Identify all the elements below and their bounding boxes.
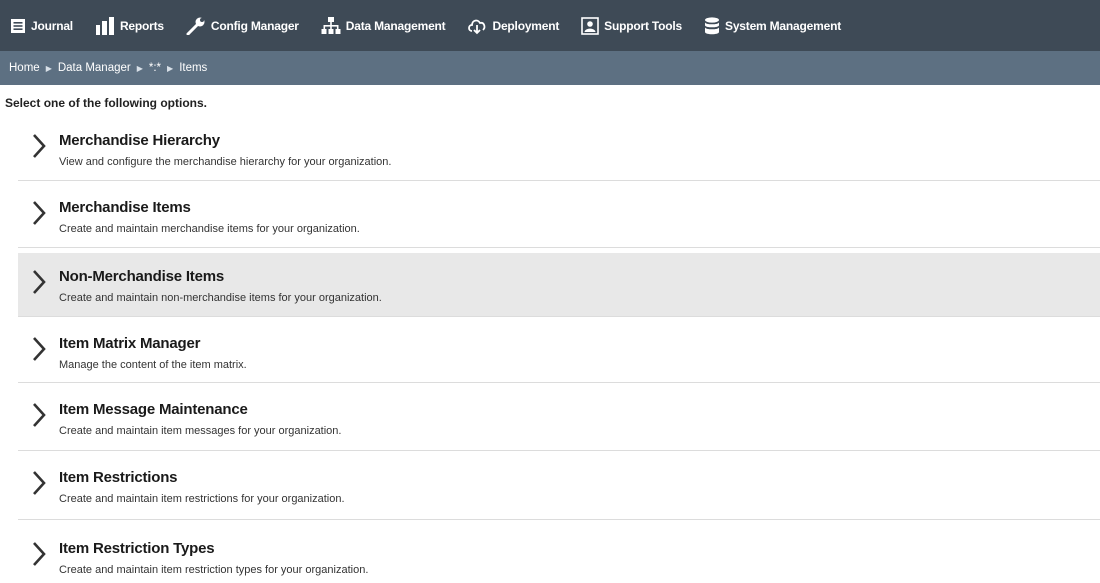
chevron-right-icon bbox=[32, 269, 46, 300]
option-item-restrictions[interactable]: Item Restrictions Create and maintain it… bbox=[18, 451, 1100, 520]
nav-reports[interactable]: Reports bbox=[95, 16, 164, 35]
option-description: Create and maintain non-merchandise item… bbox=[59, 292, 382, 304]
chevron-right-icon bbox=[32, 470, 46, 501]
cloud-download-icon bbox=[467, 17, 487, 35]
nav-deployment-label: Deployment bbox=[492, 18, 560, 33]
option-title: Non-Merchandise Items bbox=[59, 268, 225, 285]
nav-journal-label: Journal bbox=[31, 18, 73, 33]
option-title: Item Message Maintenance bbox=[59, 401, 248, 418]
reports-icon bbox=[95, 16, 115, 35]
nav-system-management-label: System Management bbox=[725, 18, 841, 33]
nav-support-tools[interactable]: Support Tools bbox=[581, 16, 683, 35]
nav-config-manager-label: Config Manager bbox=[210, 18, 299, 33]
chevron-right-icon bbox=[32, 200, 46, 231]
option-title: Item Matrix Manager bbox=[59, 335, 201, 352]
option-title: Merchandise Hierarchy bbox=[59, 132, 220, 149]
chevron-right-icon bbox=[32, 402, 46, 433]
instruction-text: Select one of the following options. bbox=[5, 96, 207, 110]
option-description: Create and maintain item restrictions fo… bbox=[59, 493, 345, 505]
breadcrumb-separator-icon: ▶ bbox=[167, 63, 174, 73]
chevron-right-icon bbox=[32, 336, 46, 367]
breadcrumb-separator-icon: ▶ bbox=[45, 63, 52, 73]
breadcrumb-home[interactable]: Home bbox=[9, 62, 40, 74]
option-description: View and configure the merchandise hiera… bbox=[59, 156, 392, 168]
wrench-icon bbox=[186, 17, 206, 35]
breadcrumb: Home ▶ Data Manager ▶ *:* ▶ Items bbox=[0, 51, 1100, 85]
breadcrumb-items: Items bbox=[179, 62, 208, 74]
option-description: Create and maintain merchandise items fo… bbox=[59, 223, 360, 235]
option-merchandise-items[interactable]: Merchandise Items Create and maintain me… bbox=[18, 181, 1100, 248]
option-title: Item Restriction Types bbox=[59, 540, 215, 557]
hierarchy-icon bbox=[321, 16, 341, 35]
breadcrumb-wildcard[interactable]: *:* bbox=[149, 62, 161, 74]
option-item-matrix-manager[interactable]: Item Matrix Manager Manage the content o… bbox=[18, 317, 1100, 383]
option-merchandise-hierarchy[interactable]: Merchandise Hierarchy View and configure… bbox=[18, 114, 1100, 181]
top-navigation-bar: Journal Reports Config Manager Data Mana… bbox=[0, 0, 1100, 51]
nav-support-tools-label: Support Tools bbox=[604, 18, 683, 33]
nav-deployment[interactable]: Deployment bbox=[467, 17, 559, 35]
chevron-right-icon bbox=[32, 541, 46, 572]
option-non-merchandise-items[interactable]: Non-Merchandise Items Create and maintai… bbox=[18, 253, 1100, 317]
nav-journal[interactable]: Journal bbox=[10, 18, 73, 34]
option-title: Merchandise Items bbox=[59, 199, 191, 216]
breadcrumb-data-manager[interactable]: Data Manager bbox=[58, 62, 131, 74]
journal-icon bbox=[10, 18, 26, 34]
chevron-right-icon bbox=[32, 133, 46, 164]
nav-data-management[interactable]: Data Management bbox=[321, 16, 446, 35]
option-title: Item Restrictions bbox=[59, 469, 178, 486]
support-icon bbox=[581, 16, 599, 35]
database-icon bbox=[704, 16, 720, 35]
option-item-message-maintenance[interactable]: Item Message Maintenance Create and main… bbox=[18, 383, 1100, 451]
nav-data-management-label: Data Management bbox=[345, 18, 446, 33]
breadcrumb-separator-icon: ▶ bbox=[136, 63, 143, 73]
option-description: Create and maintain item restriction typ… bbox=[59, 564, 369, 576]
nav-reports-label: Reports bbox=[119, 18, 164, 33]
option-description: Manage the content of the item matrix. bbox=[59, 359, 247, 371]
nav-system-management[interactable]: System Management bbox=[704, 16, 841, 35]
option-item-restriction-types[interactable]: Item Restriction Types Create and mainta… bbox=[18, 520, 1100, 583]
nav-config-manager[interactable]: Config Manager bbox=[186, 17, 299, 35]
option-description: Create and maintain item messages for yo… bbox=[59, 425, 342, 437]
